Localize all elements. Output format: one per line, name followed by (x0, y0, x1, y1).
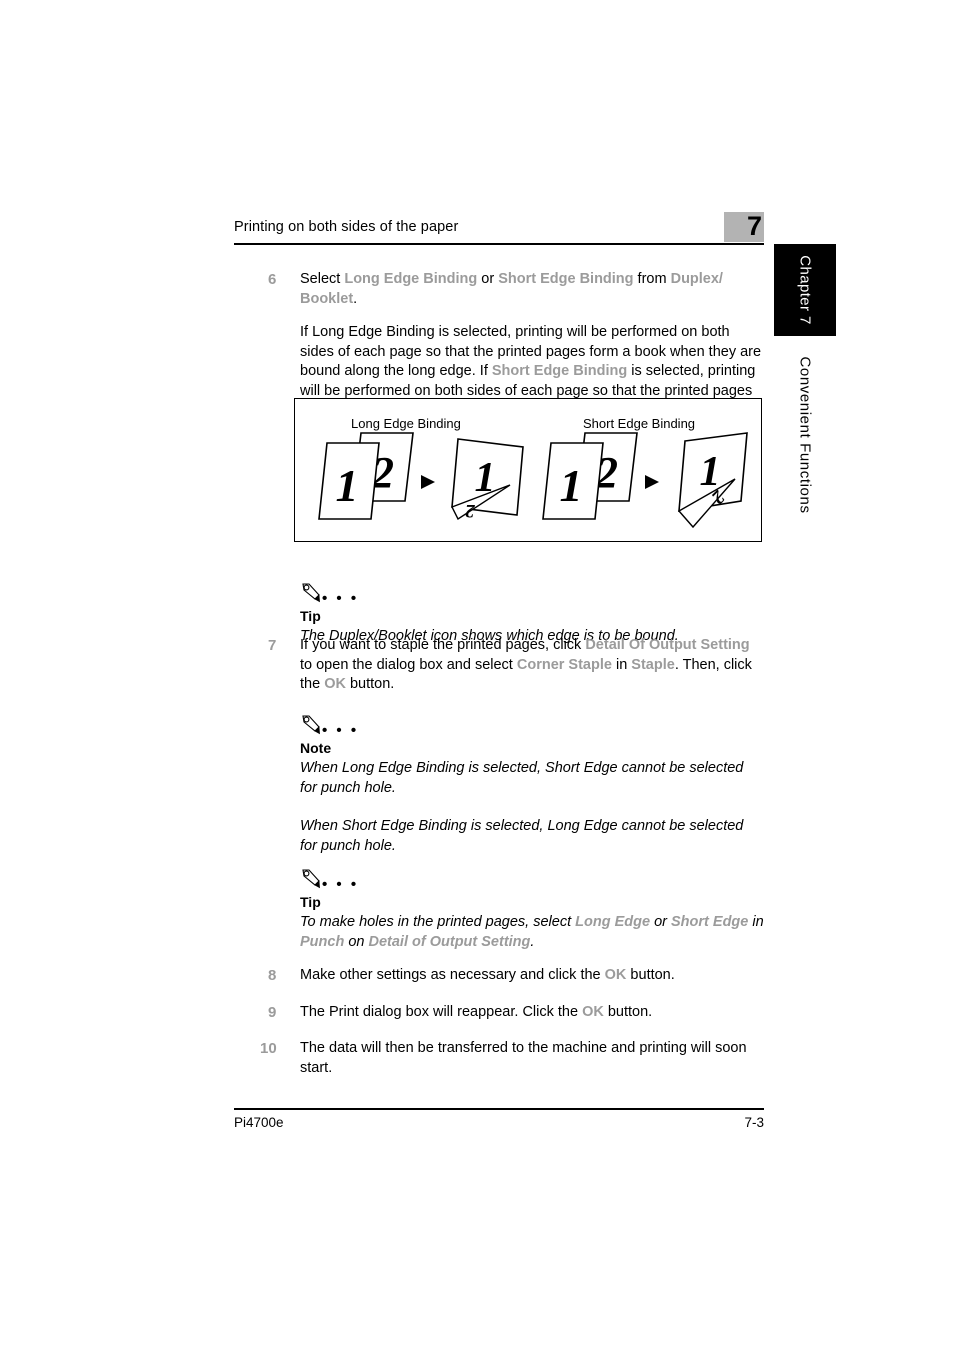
tip-1-title: Tip (300, 608, 321, 624)
figure-label-long-edge: Long Edge Binding (351, 416, 461, 431)
binding-illustration-figure: Long Edge Binding Short Edge Binding 2 1 (294, 398, 762, 542)
note-1-text-1: When Long Edge Binding is selected, Shor… (300, 760, 744, 796)
step-7-ui-ok: OK (324, 676, 346, 692)
sidebar-tab-section: Convenient Functions (774, 345, 836, 525)
tip-2-t4: on (344, 933, 369, 950)
step-8-number: 8 (268, 967, 277, 984)
step-7-t3: in (611, 656, 632, 673)
step-6-t3: from (633, 271, 671, 287)
step-6-ui-short-edge-binding: Short Edge Binding (498, 271, 634, 287)
footer-divider (234, 1108, 764, 1110)
header-divider (234, 243, 764, 245)
step-7-section: 7 If you want to staple the printed page… (234, 636, 764, 695)
step-8-ui-ok: OK (604, 967, 627, 983)
tip-2-ui-short-edge: Short Edge (671, 914, 749, 930)
step-7-number: 7 (268, 637, 277, 654)
sidebar-tab-chapter: Chapter 7 (774, 244, 836, 336)
tip-2-t3: in (748, 914, 764, 930)
footer-page-number: 7-3 (744, 1115, 764, 1130)
tip-2-icon-row: • • • (300, 868, 764, 894)
long-edge-arrow (421, 475, 435, 489)
tip-2-block: • • • Tip To make holes in the printed p… (234, 868, 764, 952)
header-title: Printing on both sides of the paper (234, 219, 459, 235)
note-1-dots: • • • (322, 722, 359, 739)
pencil-icon (302, 583, 320, 603)
step-6-text: Select Long Edge Binding or Short Edge B… (300, 270, 764, 309)
page-content: 6 Select Long Edge Binding or Short Edge… (234, 258, 764, 421)
step-7-ui-staple: Staple (631, 656, 675, 673)
pencil-icon (302, 869, 320, 889)
tip-2-t5: . (530, 933, 535, 950)
short-edge-input-stack: 2 1 (542, 432, 638, 520)
step-7-ui-detail-of-output-setting: Detail Of Output Setting (585, 637, 750, 653)
note-1-section: • • • Note When Long Edge Binding is sel… (234, 714, 764, 856)
long-edge-result-sheet: 1 2 (451, 438, 524, 521)
step-6-ui-long-edge-binding: Long Edge Binding (344, 271, 478, 287)
tip-2-ui-long-edge: Long Edge (575, 914, 651, 930)
binding-diagram-svg: 2 1 1 2 2 1 1 2 (318, 432, 748, 529)
note-1-title: Note (300, 740, 332, 756)
step-10-text: The data will then be transferred to the… (300, 1040, 747, 1076)
page-header: Printing on both sides of the paper 7 (234, 211, 764, 250)
svg-text:1: 1 (700, 449, 721, 495)
step-6-t2: or (477, 271, 499, 287)
step-6-t4: . (353, 290, 358, 307)
svg-text:1: 1 (560, 460, 583, 511)
tip-2-t2: or (650, 914, 672, 930)
sidebar-tab-chapter-label: Chapter 7 (796, 255, 814, 325)
tip-2-text: To make holes in the printed pages, sele… (300, 913, 764, 952)
long-edge-input-stack: 2 1 (318, 432, 414, 520)
tip-1-section: • • • Tip The Duplex/Booklet icon shows … (234, 560, 764, 647)
tip-2-t1: To make holes in the printed pages, sele… (300, 914, 576, 930)
step-7-t5: button. (345, 676, 395, 692)
note-1-text-2: When Short Edge Binding is selected, Lon… (300, 818, 744, 854)
tip-1-dots: • • • (322, 590, 359, 607)
manual-page: Printing on both sides of the paper 7 Ch… (0, 0, 954, 1351)
step-10: 10 The data will then be transferred to … (234, 1039, 764, 1078)
tip-2-dots: • • • (322, 876, 359, 893)
short-edge-arrow (645, 475, 659, 489)
step-10-number: 10 (260, 1040, 277, 1057)
step-7-t2: to open the dialog box and select (300, 656, 517, 673)
step-9-t1: The Print dialog box will reappear. Clic… (300, 1003, 583, 1020)
sidebar-tab-section-label: Convenient Functions (796, 356, 814, 514)
step-6: 6 Select Long Edge Binding or Short Edge… (234, 270, 764, 309)
short-edge-result-sheet: 1 2 (677, 432, 748, 529)
step-6-t1: Select (300, 271, 345, 287)
chapter-number: 7 (746, 211, 762, 241)
final-steps-section: 8 Make other settings as necessary and c… (234, 966, 764, 1078)
tip-2-title: Tip (300, 894, 321, 910)
step-8-t1: Make other settings as necessary and cli… (300, 967, 605, 983)
step-9-ui-ok: OK (582, 1003, 604, 1020)
step-9-t2: button. (603, 1003, 653, 1020)
svg-text:2: 2 (465, 500, 476, 521)
figure-label-short-edge: Short Edge Binding (583, 416, 696, 431)
step-8-t2: button. (626, 967, 675, 983)
step-7: 7 If you want to staple the printed page… (234, 636, 764, 695)
pencil-icon (302, 715, 320, 735)
step-7-text: If you want to staple the printed pages,… (300, 636, 764, 695)
svg-text:1: 1 (336, 460, 359, 511)
step-7-ui-corner-staple: Corner Staple (516, 656, 612, 673)
step-6-number: 6 (268, 271, 277, 288)
step-9-text: The Print dialog box will reappear. Clic… (300, 1003, 764, 1023)
tip-1-icon-row: • • • (300, 582, 764, 608)
footer-model: Pi4700e (234, 1115, 284, 1130)
step-7-t1: If you want to staple the printed pages,… (300, 637, 586, 653)
step-9: 9 The Print dialog box will reappear. Cl… (234, 1003, 764, 1023)
tip-2-ui-detail-of-output-setting: Detail of Output Setting (368, 933, 531, 950)
step-6-para-ui-short-edge-binding: Short Edge Binding (491, 363, 628, 379)
step-8: 8 Make other settings as necessary and c… (234, 966, 764, 986)
note-1-icon-row: • • • (300, 714, 764, 740)
step-9-number: 9 (268, 1003, 277, 1021)
tip-2-ui-punch: Punch (300, 933, 345, 950)
tip-2-section: • • • Tip To make holes in the printed p… (234, 868, 764, 952)
note-1-block: • • • Note When Long Edge Binding is sel… (234, 714, 764, 856)
step-8-text: Make other settings as necessary and cli… (300, 966, 764, 986)
